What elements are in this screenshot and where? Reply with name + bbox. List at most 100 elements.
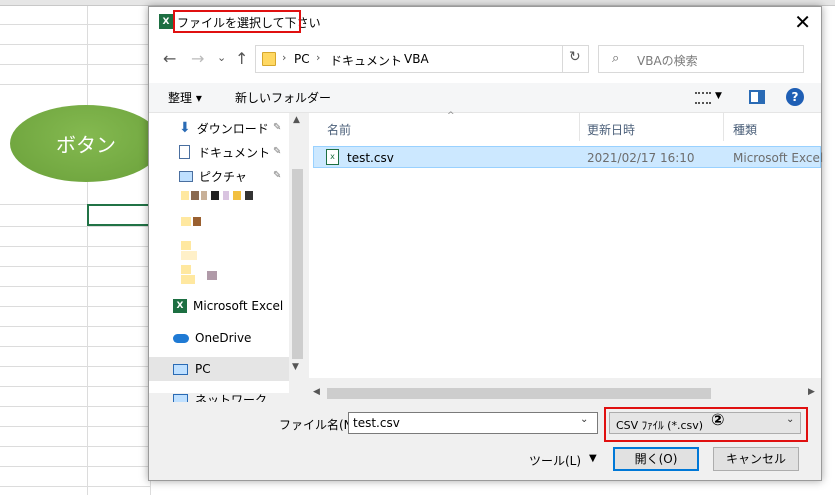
sidebar-item-label: ダウンロード xyxy=(196,121,269,136)
excel-icon: X xyxy=(159,14,173,29)
sidebar-item-pictures[interactable]: ピクチャ xyxy=(179,165,247,187)
file-open-dialog: X ファイルを選択して下さい ✕ ① ← → ⌄ ↑ › PC › ドキュメント… xyxy=(148,6,824,481)
navigation-pane: ⬇ ダウンロード ✎ ドキュメント ✎ ピクチャ ✎ X Microsoft E… xyxy=(149,113,306,407)
view-options-chevron-icon[interactable]: ▼ xyxy=(715,91,722,101)
grid-line xyxy=(0,24,150,25)
grid-line xyxy=(0,486,150,487)
scroll-down-icon[interactable]: ▼ xyxy=(292,362,299,372)
sidebar-item-excel[interactable]: X Microsoft Excel xyxy=(173,295,283,317)
breadcrumb-separator: › xyxy=(282,51,287,64)
up-arrow-icon[interactable]: ↑ xyxy=(235,49,248,68)
search-icon: ⌕ xyxy=(612,51,620,66)
grid-line xyxy=(0,64,150,65)
grid-line xyxy=(0,246,150,247)
cloud-icon xyxy=(173,333,189,343)
tools-menu[interactable]: ツール(L) xyxy=(529,452,581,469)
file-row[interactable]: x test.csv 2021/02/17 16:10 Microsoft Ex… xyxy=(313,146,824,168)
column-header-type[interactable]: 種類 xyxy=(733,121,757,138)
grid-line xyxy=(0,406,150,407)
filename-input[interactable]: test.csv xyxy=(348,412,598,434)
file-type: Microsoft Excel xyxy=(733,151,824,165)
back-arrow-icon[interactable]: ← xyxy=(163,49,176,68)
forward-arrow-icon[interactable]: → xyxy=(191,49,204,68)
file-list-pane: 名前 ^ 更新日時 種類 x test.csv 2021/02/17 16:10… xyxy=(309,111,824,378)
file-name: test.csv xyxy=(347,151,394,165)
scroll-right-icon[interactable]: ▶ xyxy=(808,387,815,397)
grid-line xyxy=(0,366,150,367)
download-icon: ⬇ xyxy=(179,120,191,136)
chevron-down-icon[interactable]: ▼ xyxy=(589,453,597,464)
grid-line xyxy=(0,306,150,307)
address-bar[interactable]: › PC › ドキュメント › VBA ↻ xyxy=(255,45,589,73)
grid-line xyxy=(0,84,150,85)
breadcrumb-vba[interactable]: VBA xyxy=(404,52,429,66)
annotation-2: ② xyxy=(711,410,725,429)
sidebar-item-downloads[interactable]: ⬇ ダウンロード xyxy=(179,117,269,139)
scroll-up-icon[interactable]: ▲ xyxy=(293,115,300,125)
close-icon[interactable]: ✕ xyxy=(794,10,811,34)
document-icon xyxy=(179,145,190,159)
new-folder-button[interactable]: 新しいフォルダー xyxy=(235,89,331,106)
sidebar-item-label: OneDrive xyxy=(195,331,252,345)
command-bar: 整理 ▾ 新しいフォルダー ▼ ? xyxy=(149,83,821,113)
search-placeholder: VBAの検索 xyxy=(637,54,698,68)
grid-line xyxy=(0,466,150,467)
search-box[interactable]: ⌕ VBAの検索 xyxy=(598,45,804,73)
excel-shape-button[interactable]: ボタン xyxy=(10,105,162,182)
csv-file-icon: x xyxy=(326,149,339,165)
breadcrumb-pc[interactable]: PC xyxy=(294,52,310,66)
refresh-icon[interactable]: ↻ xyxy=(569,49,581,65)
picture-icon xyxy=(179,170,193,182)
grid-line xyxy=(0,226,150,227)
grid-line xyxy=(0,426,150,427)
dialog-footer: ファイル名(N): test.csv ⌄ CSV ﾌｧｲﾙ (*.csv) ⌄ … xyxy=(149,402,821,480)
help-icon[interactable]: ? xyxy=(786,88,804,106)
grid-line xyxy=(0,346,150,347)
cancel-button[interactable]: キャンセル xyxy=(713,447,799,471)
annotation-box-filetype xyxy=(604,407,808,442)
organize-menu[interactable]: 整理 ▾ xyxy=(168,89,202,106)
column-header-name[interactable]: 名前 xyxy=(327,121,351,138)
horizontal-scrollbar[interactable]: ◀ ▶ xyxy=(309,385,821,402)
sidebar-item-label: ドキュメント xyxy=(198,145,271,160)
grid-line xyxy=(0,266,150,267)
column-divider[interactable] xyxy=(579,113,580,141)
view-options-icon[interactable] xyxy=(695,92,711,104)
sidebar-item-documents[interactable]: ドキュメント xyxy=(179,141,270,163)
selected-cell[interactable] xyxy=(87,204,150,226)
sidebar-item-label: Microsoft Excel xyxy=(193,299,284,313)
sidebar-scrollbar[interactable]: ▲ xyxy=(289,113,306,393)
column-divider[interactable] xyxy=(723,113,724,141)
sidebar-item-label: ピクチャ xyxy=(199,169,247,184)
grid-line xyxy=(0,386,150,387)
file-date: 2021/02/17 16:10 xyxy=(587,151,695,165)
excel-icon: X xyxy=(173,299,187,313)
grid-line xyxy=(0,446,150,447)
chevron-down-icon[interactable]: ⌄ xyxy=(580,414,588,425)
preview-pane-icon[interactable] xyxy=(749,90,765,104)
scrollbar-thumb[interactable] xyxy=(292,169,303,359)
sidebar-item-network[interactable]: ネットワーク xyxy=(173,390,267,407)
sidebar-item-label: PC xyxy=(195,362,211,376)
grid-line xyxy=(0,326,150,327)
column-header-date[interactable]: 更新日時 xyxy=(587,121,635,138)
breadcrumb-separator: › xyxy=(392,51,397,64)
recent-locations-chevron-icon[interactable]: ⌄ xyxy=(217,51,226,64)
pin-icon: ✎ xyxy=(273,146,282,157)
scrollbar-thumb[interactable] xyxy=(327,388,711,399)
grid-line xyxy=(87,6,88,495)
selected-highlight xyxy=(149,357,289,381)
scroll-left-icon[interactable]: ◀ xyxy=(313,387,320,397)
open-button[interactable]: 開く(O) xyxy=(613,447,699,471)
title-bar: X ファイルを選択して下さい ✕ xyxy=(149,7,821,37)
pc-icon xyxy=(173,363,188,375)
sidebar-item-onedrive[interactable]: OneDrive xyxy=(173,327,251,349)
breadcrumb-separator: › xyxy=(316,51,321,64)
sidebar-item-pc[interactable]: PC xyxy=(173,358,211,380)
divider xyxy=(562,46,563,72)
pin-icon: ✎ xyxy=(273,170,282,181)
sort-caret-icon: ^ xyxy=(447,111,455,121)
grid-line xyxy=(0,286,150,287)
annotation-box-title xyxy=(173,10,301,33)
grid-line xyxy=(0,44,150,45)
